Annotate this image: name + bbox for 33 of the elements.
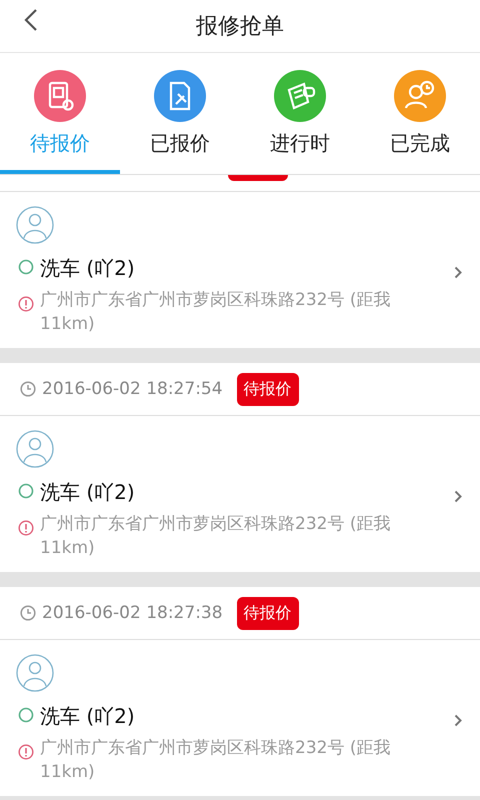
- status-badge: [228, 175, 288, 181]
- chevron-icon: [454, 714, 462, 727]
- service-name: 洗车 (吖2): [40, 703, 135, 730]
- order-card[interactable]: 洗车 (吖2) 广州市广东省广州市萝岗区科珠路232号 (距我 11km): [0, 640, 480, 796]
- tab[interactable]: 已完成: [360, 53, 480, 174]
- alert-icon: [18, 296, 34, 312]
- clock-icon: [20, 381, 36, 397]
- chevron-icon: [454, 490, 462, 503]
- alert-icon: [18, 520, 34, 536]
- service-name: 洗车 (吖2): [40, 255, 135, 282]
- order-address: 广州市广东省广州市萝岗区科珠路232号 (距我 11km): [40, 513, 392, 560]
- page-title: 报修抢单: [196, 13, 284, 41]
- order-time: 2016-06-02 18:27:54: [42, 379, 223, 399]
- status-badge: 待报价: [236, 596, 299, 630]
- avatar-icon: [16, 430, 54, 468]
- circle-icon: [18, 259, 34, 275]
- tab[interactable]: 已报价: [120, 53, 240, 174]
- order-card[interactable]: 洗车 (吖2) 广州市广东省广州市萝岗区科珠路232号 (距我 11km): [0, 416, 480, 572]
- avatar-icon: [16, 654, 54, 692]
- status-badge: 待报价: [236, 372, 299, 406]
- circle-icon: [18, 483, 34, 499]
- order-time: 2016-06-02 18:27:38: [42, 603, 223, 623]
- circle-icon: [18, 707, 34, 723]
- clock-icon: [20, 605, 36, 621]
- chevron-icon: [454, 266, 462, 279]
- order-address: 广州市广东省广州市萝岗区科珠路232号 (距我 11km): [40, 737, 392, 784]
- avatar-icon: [16, 206, 54, 244]
- tab[interactable]: 进行时: [240, 53, 360, 174]
- order-address: 广州市广东省广州市萝岗区科珠路232号 (距我 11km): [40, 289, 392, 336]
- service-name: 洗车 (吖2): [40, 479, 135, 506]
- back-icon[interactable]: [24, 8, 38, 32]
- order-card[interactable]: 洗车 (吖2) 广州市广东省广州市萝岗区科珠路232号 (距我 11km): [0, 192, 480, 348]
- alert-icon: [18, 744, 34, 760]
